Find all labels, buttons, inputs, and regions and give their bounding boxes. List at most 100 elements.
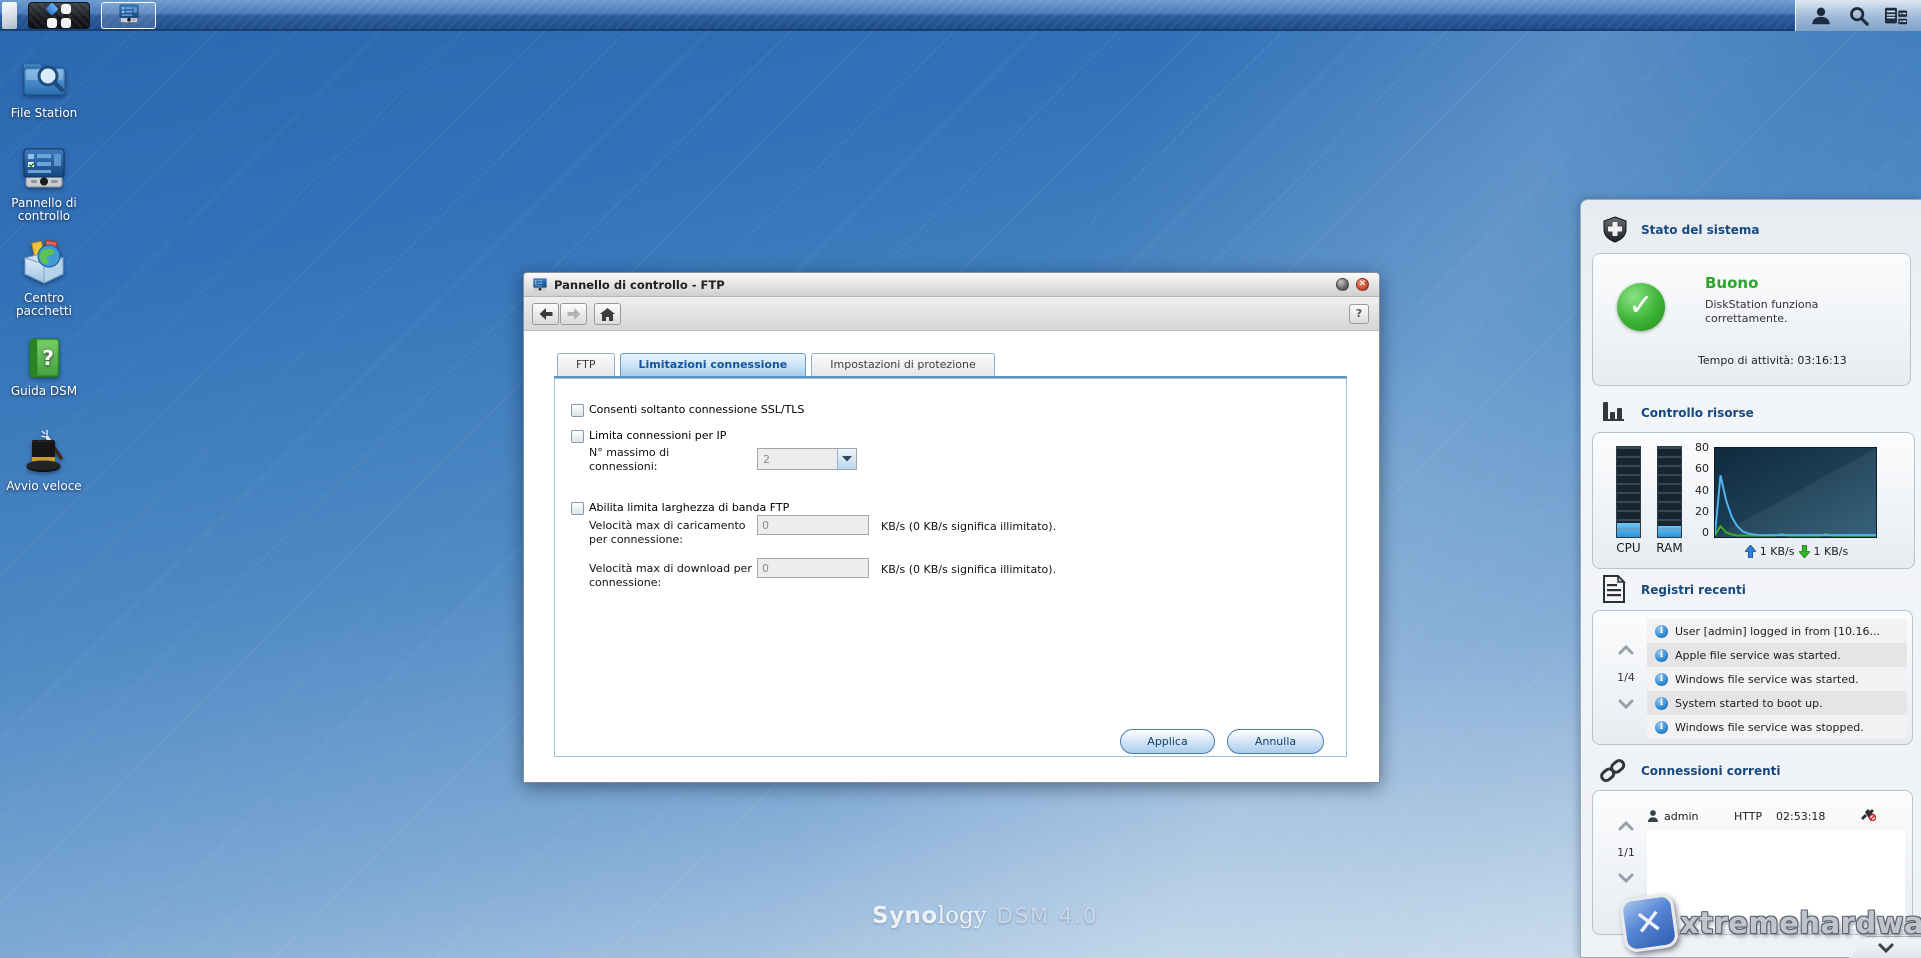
home-button[interactable] — [594, 303, 621, 325]
taskbar-right-tray — [1795, 0, 1921, 31]
tab-security-settings[interactable]: Impostazioni di protezione — [811, 353, 994, 376]
download-arrow-icon — [1799, 545, 1810, 558]
connections-page-up-button[interactable] — [1618, 821, 1634, 831]
log-text: Apple file service was started. — [1675, 649, 1841, 662]
desktop-icon-dsm-help[interactable]: ? Guida DSM — [0, 335, 88, 398]
log-text: System started to boot up. — [1675, 697, 1823, 710]
window-toolbar: ? — [524, 297, 1379, 331]
forward-button[interactable] — [560, 303, 587, 325]
chevron-down-icon — [837, 449, 856, 469]
brand-serif: logy — [938, 903, 987, 929]
control-panel-icon — [118, 3, 140, 28]
desktop-icon-label: Avvio veloce — [0, 480, 88, 493]
search-icon[interactable] — [1847, 4, 1871, 28]
log-row[interactable]: i Windows file service was stopped. — [1647, 715, 1907, 739]
net-ytick: 0 — [1687, 526, 1709, 539]
download-speed-label: Velocità max di download per connessione… — [589, 562, 757, 590]
window-titlebar[interactable]: Pannello di controllo - FTP ✕ — [524, 273, 1379, 297]
cpu-meter — [1616, 446, 1641, 538]
desktop-icon-quick-start[interactable]: Avvio veloce — [0, 428, 88, 493]
connections-page-down-button[interactable] — [1618, 873, 1634, 883]
pilot-view-icon[interactable] — [1884, 4, 1908, 28]
net-ytick: 80 — [1687, 441, 1709, 454]
tab-connection-limits[interactable]: Limitazioni connessione — [620, 353, 807, 376]
log-row[interactable]: iWindows file service was started. — [1647, 667, 1907, 691]
desktop-icon-control-panel[interactable]: Pannello di controllo — [0, 145, 88, 222]
main-menu-icon — [47, 4, 71, 28]
upload-rate: 1 KB/s — [1760, 545, 1795, 558]
ssl-only-label: Consenti soltanto connessione SSL/TLS — [589, 403, 804, 416]
disconnect-icon[interactable] — [1860, 808, 1876, 824]
log-row[interactable]: i User [admin] logged in from [10.16... — [1647, 619, 1907, 643]
bandwidth-limit-checkbox[interactable] — [571, 502, 584, 515]
cpu-label: CPU — [1606, 541, 1651, 555]
user-icon[interactable] — [1809, 4, 1833, 28]
upload-speed-input[interactable] — [757, 515, 869, 535]
main-menu-button[interactable] — [28, 2, 90, 29]
control-panel-icon — [532, 277, 548, 296]
back-button[interactable] — [532, 303, 559, 325]
info-icon: i — [1655, 697, 1668, 710]
network-chart — [1714, 447, 1877, 538]
logs-page-up-button[interactable] — [1618, 645, 1634, 655]
log-text: Windows file service was stopped. — [1675, 721, 1864, 734]
tab-ftp[interactable]: FTP — [557, 353, 615, 376]
upload-arrow-icon — [1745, 545, 1756, 558]
pilot-view-sidebar: Stato del sistema ✓ Buono DiskStation fu… — [1580, 199, 1921, 958]
desktop-icon-label: Centro pacchetti — [0, 292, 88, 317]
log-text: User [admin] logged in from [10.16... — [1675, 625, 1880, 638]
upload-speed-label: Velocità max di caricamento per connessi… — [589, 519, 747, 547]
limit-ip-label: Limita connessioni per IP — [589, 429, 726, 442]
dsm-watermark: SynologyDSM 4.0 — [872, 903, 1098, 929]
desktop-icon-file-station[interactable]: File Station — [0, 55, 88, 120]
net-ytick: 60 — [1687, 462, 1709, 475]
ram-meter — [1657, 446, 1682, 538]
help-button[interactable]: ? — [1349, 304, 1369, 324]
logs-page-indicator: 1/4 — [1610, 671, 1642, 684]
system-status-card: ✓ Buono DiskStation funziona correttamen… — [1592, 253, 1911, 386]
connections-page-indicator: 1/1 — [1610, 846, 1642, 859]
cancel-button[interactable]: Annulla — [1227, 729, 1324, 754]
max-connections-label: N° massimo di connessioni: — [589, 446, 739, 474]
brand-bold: Syno — [872, 903, 938, 929]
ssl-only-checkbox[interactable] — [571, 404, 584, 417]
window-title: Pannello di controllo - FTP — [554, 278, 725, 292]
desktop-icon-label: Pannello di controllo — [0, 197, 88, 222]
bar-chart-icon — [1601, 398, 1627, 427]
uptime-text: Tempo di attività: 03:16:13 — [1698, 354, 1847, 367]
limit-ip-checkbox[interactable] — [571, 430, 584, 443]
minimize-button[interactable] — [1336, 278, 1349, 291]
log-text: Windows file service was started. — [1675, 673, 1859, 686]
taskbar-item-control-panel[interactable] — [101, 2, 156, 29]
download-speed-input[interactable] — [757, 558, 869, 578]
logs-page-down-button[interactable] — [1618, 699, 1634, 709]
info-icon: i — [1655, 649, 1668, 662]
show-desktop-button[interactable] — [2, 2, 17, 29]
net-ytick: 20 — [1687, 505, 1709, 518]
desktop-icon-label: File Station — [0, 107, 88, 120]
info-icon: i — [1655, 721, 1668, 734]
resource-monitor-card: CPU RAM 80 60 40 20 0 1 KB/s 1 KB/s — [1592, 432, 1915, 569]
max-connections-select[interactable]: 2 — [757, 448, 857, 470]
site-logo-icon: ✕ — [1619, 893, 1680, 954]
connection-time: 02:53:18 — [1776, 810, 1838, 823]
current-connections-title: Connessioni correnti — [1641, 764, 1780, 778]
download-speed-hint: KB/s (0 KB/s significa illimitato). — [881, 563, 1056, 576]
status-ok-icon: ✓ — [1617, 283, 1665, 331]
status-description: DiskStation funziona correttamente. — [1705, 298, 1865, 327]
max-connections-value: 2 — [763, 453, 770, 466]
desktop-icon-package-center[interactable]: Centro pacchetti — [0, 238, 88, 317]
close-button[interactable]: ✕ — [1356, 278, 1369, 291]
log-row[interactable]: i System started to boot up. — [1647, 691, 1907, 715]
document-icon — [1602, 575, 1626, 606]
log-row[interactable]: i Apple file service was started. — [1647, 643, 1907, 667]
connection-row[interactable]: admin HTTP 02:53:18 — [1647, 803, 1907, 829]
recent-logs-card: 1/4 i User [admin] logged in from [10.16.… — [1592, 610, 1913, 745]
svg-text:?: ? — [42, 346, 54, 370]
desktop-icon-label: Guida DSM — [0, 385, 88, 398]
control-panel-window: Pannello di controllo - FTP ✕ ? FTP Limi… — [523, 272, 1380, 783]
status-value: Buono — [1705, 274, 1758, 292]
info-icon: i — [1655, 625, 1668, 638]
apply-button[interactable]: Applica — [1120, 729, 1215, 754]
site-watermark-text: xtremehardware.it — [1680, 906, 1921, 940]
